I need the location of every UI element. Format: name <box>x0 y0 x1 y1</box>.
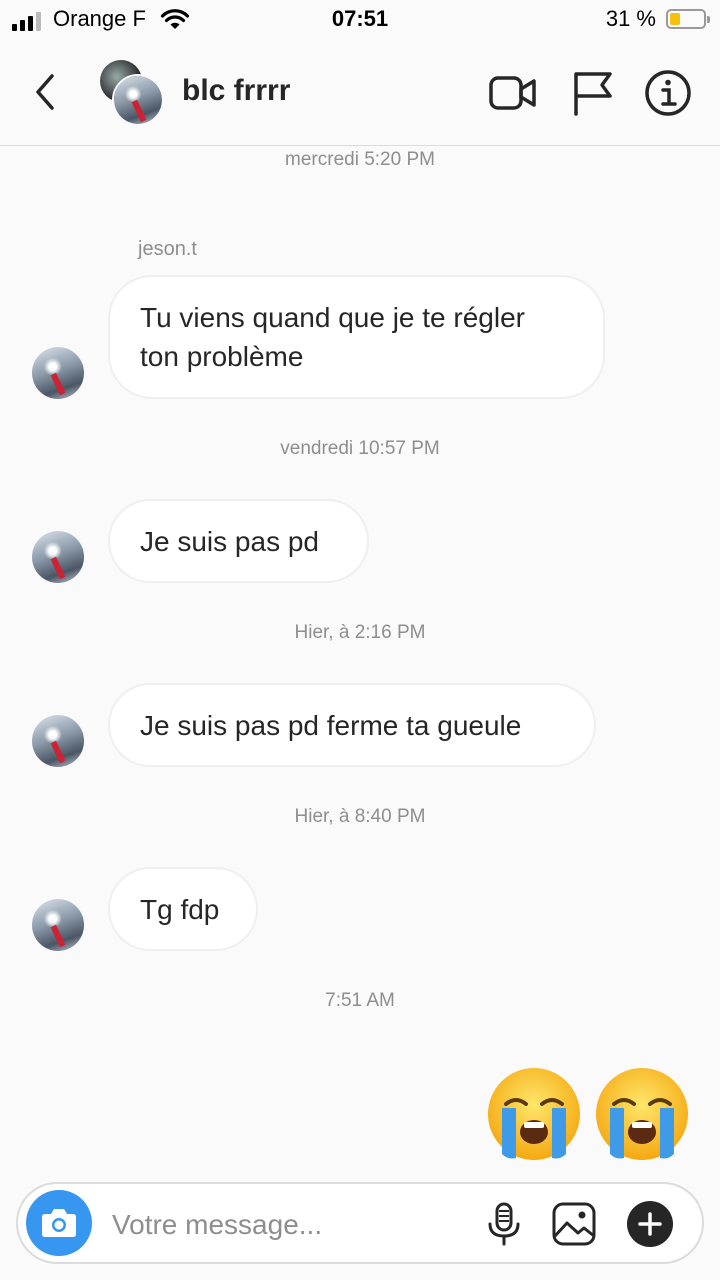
group-avatar[interactable] <box>100 60 164 126</box>
battery-icon <box>666 9 710 29</box>
message-text: Tg fdp <box>140 893 220 925</box>
avatar-primary <box>112 74 164 126</box>
message-timestamp: Hier, à 8:40 PM <box>294 806 426 827</box>
message-text-line: Tu viens quand que je te régler <box>140 302 525 333</box>
thread-title[interactable]: blc frrrr <box>182 74 290 108</box>
sender-avatar[interactable] <box>32 715 84 767</box>
battery-percent: 31 % <box>605 6 656 31</box>
plus-icon[interactable] <box>626 1200 674 1248</box>
status-bar: Orange F 07:51 31 % <box>0 0 720 40</box>
loudly-crying-face-icon[interactable] <box>594 1066 690 1162</box>
message-timestamp: 7:51 AM <box>325 990 395 1011</box>
sender-avatar[interactable] <box>32 347 84 399</box>
sender-name: jeson.t <box>138 238 197 260</box>
message-text: Je suis pas pd ferme ta gueule <box>140 709 522 741</box>
message-bubble[interactable]: Je suis pas pd ferme ta gueule <box>108 683 596 767</box>
message-timestamp: mercredi 5:20 PM <box>285 149 435 170</box>
microphone-icon[interactable] <box>480 1200 528 1248</box>
gallery-icon[interactable] <box>550 1200 598 1248</box>
message-timestamp: vendredi 10:57 PM <box>280 438 440 459</box>
info-icon[interactable] <box>643 68 693 118</box>
video-call-icon[interactable] <box>488 68 538 118</box>
message-composer <box>16 1182 704 1264</box>
flag-icon[interactable] <box>568 68 618 118</box>
back-arrow-icon[interactable] <box>26 70 66 114</box>
loudly-crying-face-icon[interactable] <box>486 1066 582 1162</box>
camera-button[interactable] <box>26 1190 92 1256</box>
sender-avatar[interactable] <box>32 899 84 951</box>
sender-avatar[interactable] <box>32 531 84 583</box>
message-bubble[interactable]: Tu viens quand que je te régler ton prob… <box>108 275 605 399</box>
message-text-line: ton problème <box>140 341 304 372</box>
message-text: Je suis pas pd <box>140 525 319 557</box>
message-timestamp: Hier, à 2:16 PM <box>294 622 426 643</box>
message-bubble[interactable]: Tg fdp <box>108 867 258 951</box>
message-input[interactable] <box>110 1204 474 1246</box>
message-bubble[interactable]: Je suis pas pd <box>108 499 369 583</box>
camera-icon <box>42 1209 76 1237</box>
conversation-header: blc frrrr <box>0 40 720 146</box>
